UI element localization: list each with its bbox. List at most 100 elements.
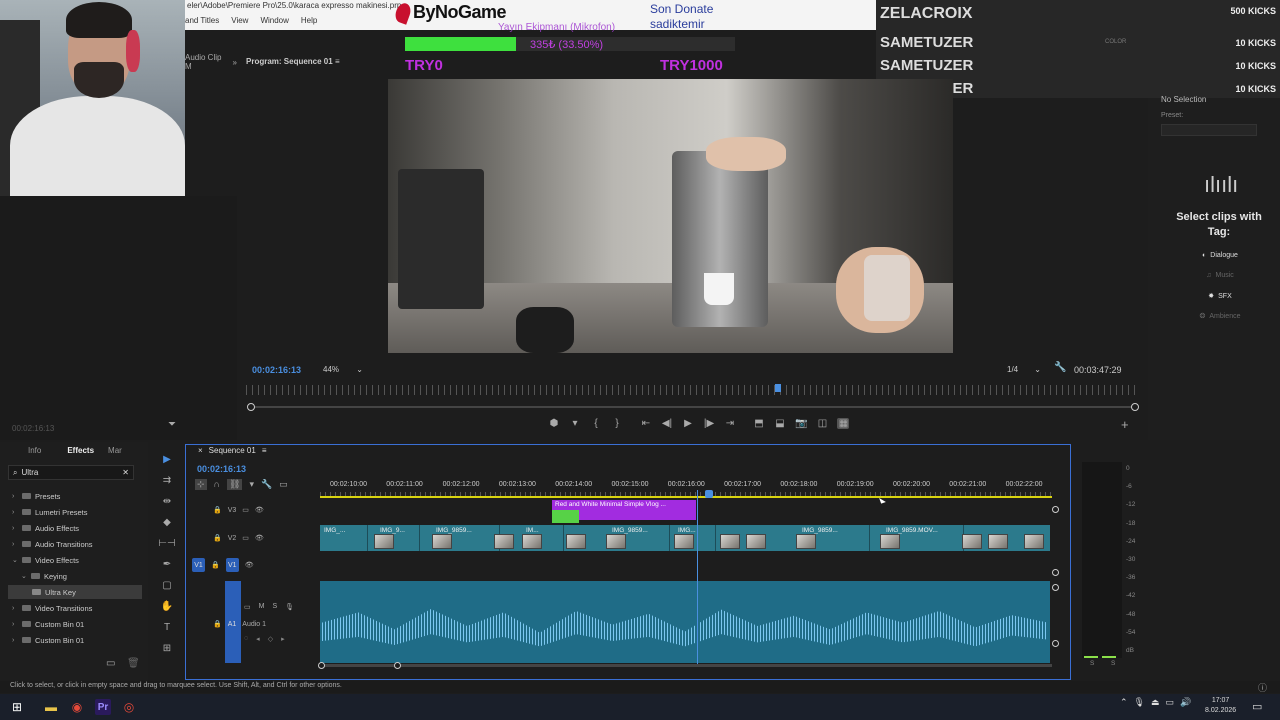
track-label-a1[interactable]: A1 [228,621,237,628]
search-input[interactable]: Ultra [21,468,118,477]
type-tool-icon[interactable]: T [164,622,170,637]
tree-item[interactable]: › Lumetri Presets [12,505,88,519]
track-label-v3[interactable]: V3 [228,507,237,514]
sequence-tab[interactable]: × Sequence 01 ≡ [198,446,267,455]
prev-keyframe-icon[interactable]: ◂ [256,635,260,643]
filter-icon[interactable]: ⏷ [168,419,176,430]
new-bin-icon[interactable]: ▭ [106,658,115,669]
usb-icon[interactable]: ⏏ [1151,697,1160,708]
timeline-playhead-handle[interactable] [705,490,713,498]
video-track-v1[interactable] [320,556,1050,576]
menu-item-window[interactable]: Window [260,16,288,25]
tree-item[interactable]: › Audio Effects [12,521,79,535]
eye-icon[interactable]: 👁 [255,506,264,514]
comparison-view-icon[interactable]: ◫ [816,418,828,429]
resolution-select[interactable]: 1/4 ⌄ [1004,362,1044,377]
sync-icon[interactable]: ▭ [244,603,251,611]
lock-icon[interactable]: 🔒 [213,506,222,514]
snap-icon[interactable]: ∩ [214,479,220,490]
trash-icon[interactable]: 🗑 [127,658,140,669]
rectangle-icon[interactable]: ▢ [162,580,171,595]
scrollbar-right-handle[interactable] [1131,403,1139,411]
close-icon[interactable]: × [198,446,203,455]
go-to-out-icon[interactable]: ⇥ [724,418,736,429]
panel-menu-icon[interactable]: ≡ [335,57,340,66]
pen-icon[interactable]: ✒ [163,559,171,574]
solo-icon[interactable]: S [272,603,277,611]
scrollbar-left-handle[interactable] [247,403,255,411]
tree-item[interactable]: ⌄ Video Effects [12,553,79,567]
tag-music[interactable]: ♫ Music [1190,272,1250,279]
audio-scroll-top-handle[interactable] [1052,584,1059,591]
track-target-v1[interactable]: V1 [225,558,239,572]
caption-tool-icon[interactable]: ⊞ [163,643,171,658]
ripple-edit-icon[interactable]: ⇹ [163,496,171,511]
tree-item-selected[interactable]: Ultra Key [8,585,142,599]
step-back-icon[interactable]: ◀| [661,418,673,429]
program-monitor-title[interactable]: Program: Sequence 01 ≡ [246,57,340,66]
chrome-icon[interactable]: ◉ [64,694,90,720]
program-video-frame[interactable] [388,79,953,353]
v3-clip-green-segment[interactable] [552,510,579,523]
tag-sfx[interactable]: ✸ SFX [1190,292,1250,301]
preset-dropdown[interactable] [1161,124,1257,136]
mute-icon[interactable]: M [259,603,265,611]
sync-icon[interactable]: ▭ [242,534,249,542]
eye-icon[interactable]: 👁 [255,534,264,542]
file-explorer-icon[interactable]: ▬ [38,694,64,720]
lock-icon[interactable]: 🔒 [211,561,220,569]
tab-effects[interactable]: Effects [51,443,104,459]
volume-icon[interactable]: ◌ [244,635,248,643]
effects-search[interactable]: ⌕ Ultra ✕ [8,465,134,480]
expand-panels-icon[interactable]: » [233,58,237,67]
windows-start-icon[interactable]: ⊞ [4,694,30,720]
scrollbar-right-handle[interactable] [394,662,401,669]
timeline-horizontal-scrollbar[interactable] [318,662,1052,669]
source-patch-v1[interactable]: V1 [192,558,205,572]
linked-selection-icon[interactable]: ⛓ [227,479,243,490]
tree-item[interactable]: › Audio Transitions [12,537,93,551]
timeline-playhead-line[interactable] [697,490,698,666]
volume-icon[interactable]: 🔊 [1180,697,1191,708]
wrench-icon[interactable]: 🔧 [261,479,272,490]
menu-item-view[interactable]: View [231,16,248,25]
meter-channel-left[interactable]: S [1090,660,1094,667]
program-zoom-scrollbar[interactable] [247,403,1139,411]
track-label-v2[interactable]: V2 [228,535,237,542]
extract-icon[interactable]: ⬓ [774,418,786,429]
video-scroll-bottom-handle[interactable] [1052,569,1059,576]
program-playhead[interactable] [775,384,781,392]
mark-out-icon[interactable]: } [611,418,623,429]
mic-tray-icon[interactable]: 🎙 [1134,697,1145,708]
app-icon[interactable]: ◎ [116,694,142,720]
premiere-taskbar-icon[interactable]: Pr [90,694,116,720]
tag-ambience[interactable]: ❂ Ambience [1190,312,1250,321]
tree-item[interactable]: › Custom Bin 01 [12,617,84,631]
clear-icon[interactable]: ✕ [122,468,129,477]
mark-in-icon[interactable]: { [590,418,602,429]
add-marker-icon[interactable]: ⬢ [548,418,560,429]
meter-channel-right[interactable]: S [1111,660,1115,667]
add-button-icon[interactable]: + [1121,417,1129,432]
taskbar-clock[interactable]: 17:07 8.02.2026 [1205,696,1236,716]
lock-icon[interactable]: 🔒 [213,620,222,628]
notification-icon[interactable]: ▭ [1252,700,1262,713]
tab-info[interactable]: Info [0,443,51,459]
timeline-timecode[interactable]: 00:02:16:13 [197,464,246,474]
selection-tool-icon[interactable]: ▶ [163,454,171,469]
step-forward-icon[interactable]: |▶ [703,418,715,429]
add-marker-icon[interactable]: ▾ [249,479,254,490]
menu-item-help[interactable]: Help [301,16,317,25]
hand-icon[interactable]: ✋ [161,601,173,616]
proxy-toggle-icon[interactable]: ▦ [837,418,850,429]
audio-clip-mixer-tab[interactable]: Audio Clip M » [185,53,237,71]
slip-icon[interactable]: ⊢⊣ [158,538,175,553]
lift-icon[interactable]: ⬒ [753,418,765,429]
tree-item[interactable]: ⌄ Keying [21,569,67,583]
tag-dialogue[interactable]: ◐ Dialogue [1190,252,1250,259]
add-keyframe-icon[interactable]: ◇ [268,635,273,643]
marker-icon[interactable]: ▾ [569,418,581,429]
mic-icon[interactable]: 🎙 [285,603,294,611]
nest-icon[interactable]: ⊹ [195,479,207,490]
razor-icon[interactable]: ◆ [163,517,171,532]
